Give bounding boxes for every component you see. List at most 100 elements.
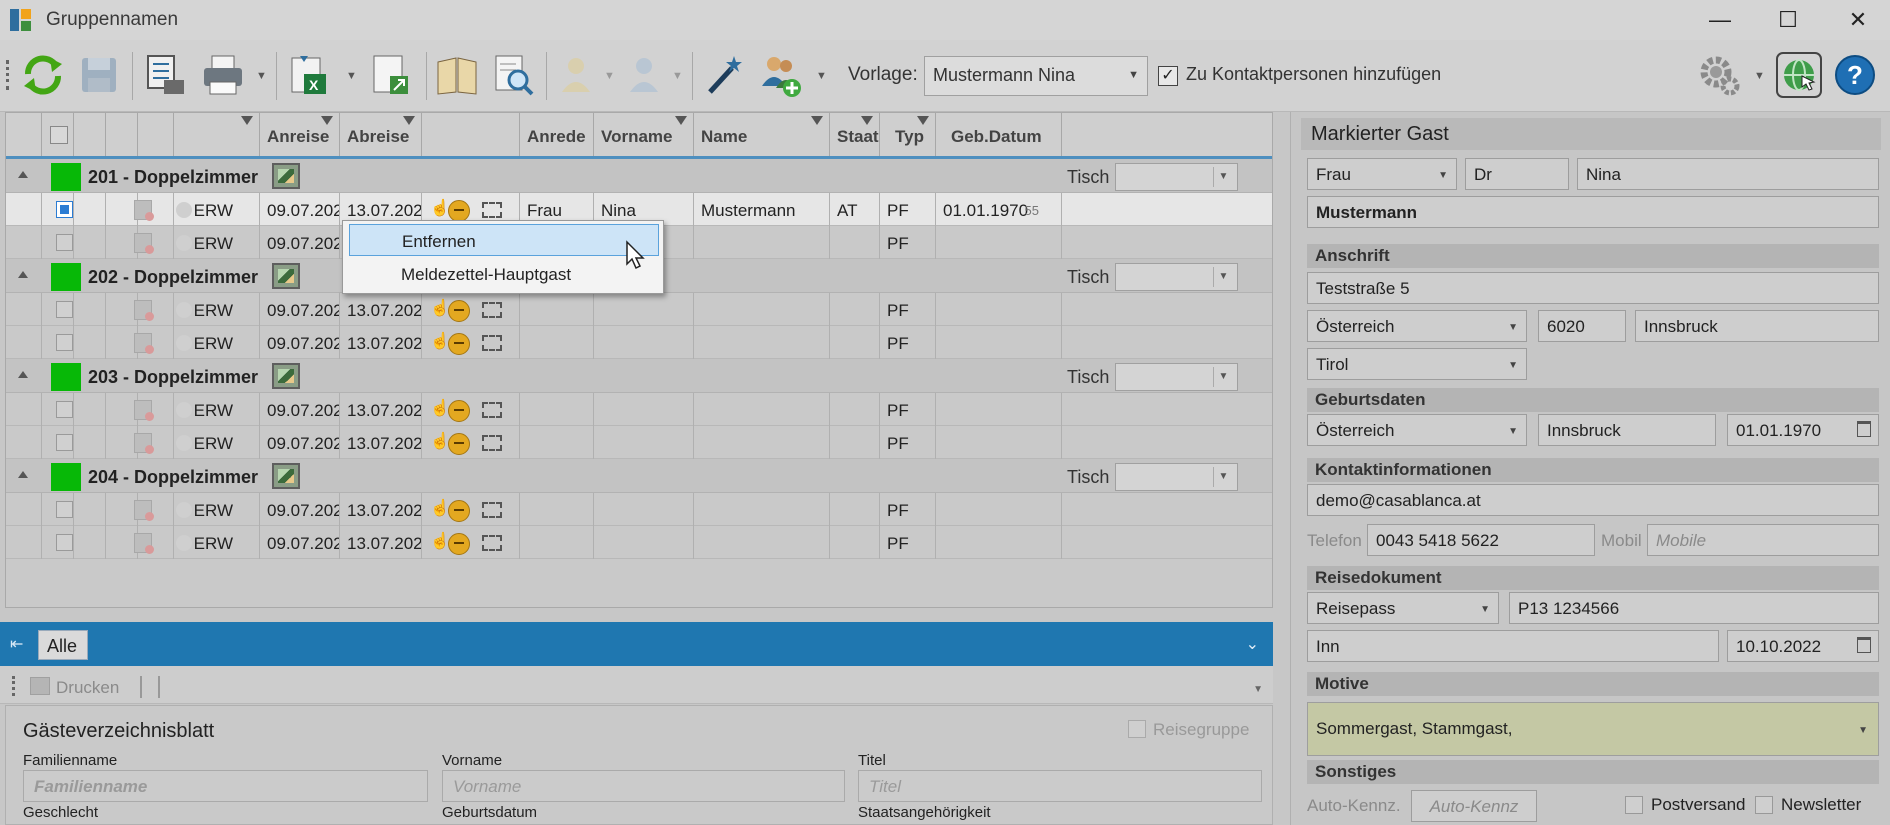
row-cell-anrede[interactable] [520, 426, 594, 459]
row-cell-geb[interactable]: 01.01.1970 55 [936, 193, 1062, 226]
motive-select[interactable]: Sommergast, Stammgast, ▼ [1307, 702, 1879, 756]
filter-icon[interactable] [811, 116, 823, 125]
toolbar-grip[interactable] [6, 60, 9, 90]
registration-doc-icon[interactable] [134, 300, 154, 321]
print-list-icon[interactable] [142, 52, 188, 98]
vorname-field[interactable]: Nina [1577, 158, 1879, 190]
header-cell-typ[interactable]: Typ [880, 113, 936, 156]
add-contacts-icon[interactable] [758, 52, 804, 98]
newsletter-checkbox[interactable] [1755, 796, 1773, 814]
row-checkbox[interactable] [56, 501, 73, 518]
menu-item-meldezettel[interactable]: Meldezettel-Hauptgast [349, 258, 659, 290]
export-document-icon[interactable] [368, 52, 414, 98]
row-cell-abreise[interactable]: 13.07.2025 [340, 293, 422, 326]
row-cell-geb[interactable] [936, 426, 1062, 459]
tisch-select[interactable]: ▼ [1115, 363, 1238, 391]
book-icon[interactable] [434, 52, 480, 98]
collapse-arrow-icon[interactable] [18, 171, 28, 178]
row-cell-name[interactable] [694, 493, 830, 526]
help-icon[interactable]: ? [1832, 52, 1878, 98]
printer-icon[interactable] [200, 52, 246, 98]
row-cell-typ[interactable]: PF [880, 426, 936, 459]
row-cell-name[interactable] [694, 293, 830, 326]
row-checkbox[interactable] [56, 334, 73, 351]
guest-row[interactable]: ERW09.07.202513.07.2025 ☝ PF [6, 393, 1272, 426]
drucken-button[interactable]: Drucken [56, 678, 119, 698]
name-field[interactable]: Mustermann [1307, 196, 1879, 228]
land-select[interactable]: Österreich ▼ [1307, 310, 1527, 342]
tisch-select[interactable]: ▼ [1115, 163, 1238, 191]
ausstellungsort-field[interactable]: Inn [1307, 630, 1719, 662]
scan-frame-icon[interactable] [482, 435, 502, 451]
row-cell-geb[interactable] [936, 493, 1062, 526]
room-picture-icon[interactable] [272, 163, 300, 189]
row-cell-cat[interactable]: ERW [174, 193, 260, 226]
row-cell-abreise[interactable]: 13.07.2025 [340, 393, 422, 426]
strasse-field[interactable]: Teststraße 5 [1307, 272, 1879, 304]
scan-frame-icon[interactable] [482, 535, 502, 551]
row-cell-cat[interactable]: ERW [174, 393, 260, 426]
row-cell-geb[interactable] [936, 226, 1062, 259]
row-cell-name[interactable] [694, 326, 830, 359]
guest-row[interactable]: ERW09.07.202513.07.2025 ☝ PF [6, 526, 1272, 559]
preview-search-icon[interactable] [490, 52, 536, 98]
header-cell-category[interactable] [174, 113, 260, 156]
filter-icon[interactable] [861, 116, 873, 125]
room-picture-icon[interactable] [272, 263, 300, 289]
row-cell-typ[interactable]: PF [880, 393, 936, 426]
header-cell-anrede[interactable]: Anrede [520, 113, 594, 156]
room-picture-icon[interactable] [272, 463, 300, 489]
scan-frame-icon[interactable] [482, 202, 502, 218]
row-checkbox[interactable] [56, 301, 73, 318]
mobil-field[interactable]: Mobile [1647, 524, 1879, 556]
header-cell-staat[interactable]: Staat [830, 113, 880, 156]
row-cell-staat[interactable] [830, 426, 880, 459]
titel-field[interactable]: Dr [1465, 158, 1569, 190]
row-cell-anrede[interactable] [520, 526, 594, 559]
geburtsland-select[interactable]: Österreich ▼ [1307, 414, 1527, 446]
row-checkbox[interactable] [56, 234, 73, 251]
registration-doc-icon[interactable] [134, 533, 154, 554]
row-cell-anrede[interactable] [520, 493, 594, 526]
row-cell-vorname[interactable] [594, 526, 694, 559]
gear-icon[interactable] [1696, 52, 1742, 98]
dokumenttyp-select[interactable]: Reisepass ▼ [1307, 592, 1499, 624]
pointer-hand-icon[interactable]: ☝ [430, 431, 450, 453]
reisegruppe-checkbox[interactable] [1128, 720, 1146, 738]
filter-icon[interactable] [241, 116, 253, 125]
header-cell-name[interactable]: Name [694, 113, 830, 156]
save-icon[interactable] [76, 52, 122, 98]
smiley-icon[interactable] [448, 533, 470, 555]
familienname-input[interactable]: Familienname [23, 770, 428, 802]
excel-dropdown-caret[interactable]: ▼ [346, 70, 357, 82]
row-cell-anreise[interactable]: 09.07.2025 [260, 226, 340, 259]
guest-row[interactable]: ERW09.07.202513.07.2025 ☝ PF [6, 493, 1272, 526]
row-cell-staat[interactable] [830, 526, 880, 559]
row-cell-geb[interactable] [936, 526, 1062, 559]
pointer-hand-icon[interactable]: ☝ [430, 398, 450, 420]
kontakt-checkbox[interactable]: ✓ [1158, 66, 1178, 86]
scan-frame-icon[interactable] [482, 402, 502, 418]
row-cell-staat[interactable] [830, 293, 880, 326]
filter-icon[interactable] [403, 116, 415, 125]
row-cell-abreise[interactable]: 13.07.2025 [340, 326, 422, 359]
collapse-left-icon[interactable]: ⇤ [10, 634, 23, 654]
maximize-button[interactable]: ☐ [1758, 0, 1818, 40]
collapse-arrow-icon[interactable] [18, 471, 28, 478]
row-cell-cat[interactable]: ERW [174, 426, 260, 459]
row-cell-cat[interactable]: ERW [174, 293, 260, 326]
ort-field[interactable]: Innsbruck [1635, 310, 1879, 342]
row-cell-staat[interactable]: AT [830, 193, 880, 226]
room-group-row[interactable]: 204 - Doppelzimmer Tisch ▼ [6, 459, 1272, 493]
row-cell-staat[interactable] [830, 326, 880, 359]
smiley-icon[interactable] [448, 400, 470, 422]
vorlage-select[interactable]: Mustermann Nina ▼ [924, 56, 1148, 96]
row-cell-name[interactable] [694, 526, 830, 559]
row-cell-anreise[interactable]: 09.07.2025 [260, 193, 340, 226]
row-cell-abreise[interactable]: 13.07.2025 [340, 526, 422, 559]
registration-doc-icon[interactable] [134, 400, 154, 421]
row-cell-anrede[interactable] [520, 326, 594, 359]
scan-frame-icon[interactable] [482, 302, 502, 318]
row-cell-anreise[interactable]: 09.07.2025 [260, 493, 340, 526]
chevron-down-icon[interactable]: ⌄ [1246, 634, 1259, 654]
